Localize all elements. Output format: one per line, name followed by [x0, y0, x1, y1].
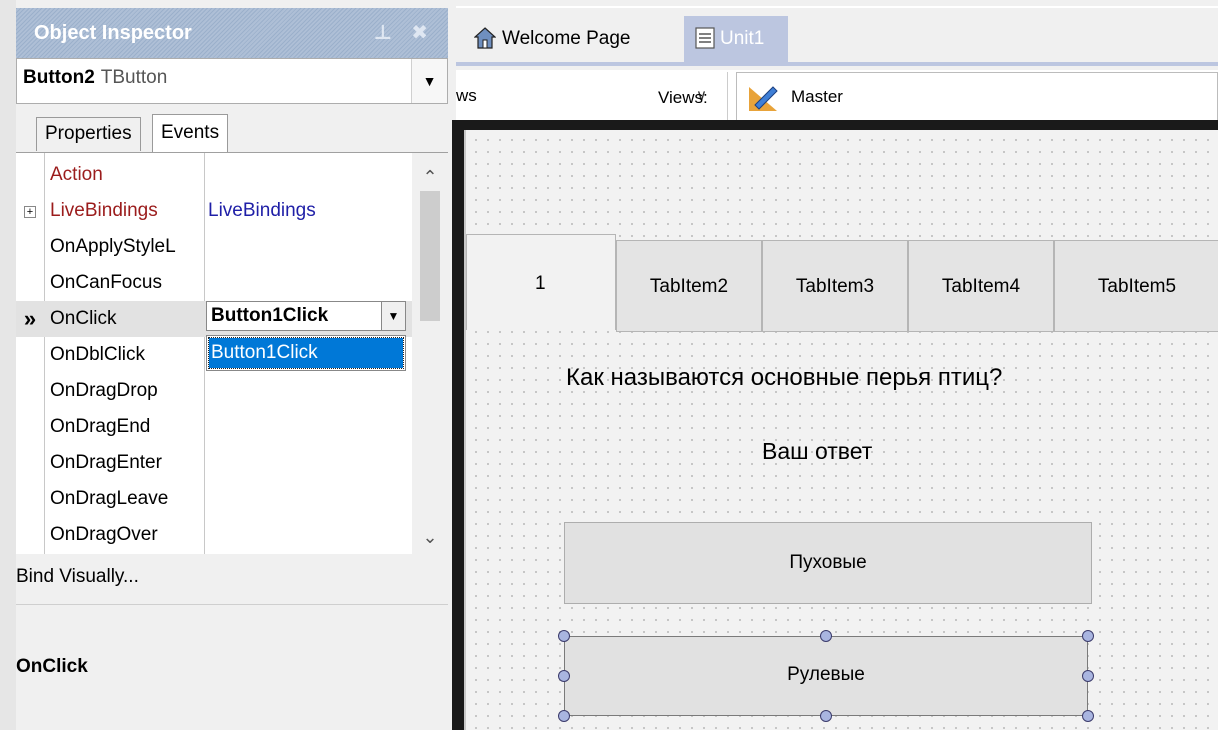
grid-scrollbar[interactable]: ⌃ ⌄ — [412, 153, 448, 554]
views-value: Master — [791, 87, 843, 106]
pin-icon[interactable]: ⊥ — [374, 8, 392, 58]
event-name: LiveBindings — [50, 200, 158, 221]
selection-handle[interactable] — [558, 630, 570, 642]
onclick-handler-combo[interactable]: Button1Click ▼ — [206, 301, 406, 331]
scrollbar-thumb[interactable] — [420, 191, 440, 321]
component-selector[interactable]: Button2 TButton ▼ — [16, 58, 448, 104]
editor-top-border — [456, 6, 1218, 8]
event-name: OnDblClick — [50, 344, 146, 365]
event-name: Action — [50, 164, 103, 185]
event-name: OnDragEnd — [50, 416, 151, 437]
selection-handle[interactable] — [1082, 670, 1094, 682]
tab-properties[interactable]: Properties — [36, 117, 141, 151]
tab-label: Unit1 — [720, 28, 765, 49]
editor-area: Welcome Page Unit1 ws ∨ Views: Master 1 … — [448, 0, 1218, 730]
event-row-ondragleave[interactable]: OnDragLeave — [16, 481, 412, 517]
event-row-onapplystyle[interactable]: OnApplyStyleL — [16, 229, 412, 265]
panel-title: Object Inspector — [34, 22, 192, 44]
selection-handle[interactable] — [1082, 710, 1094, 722]
chevron-down-icon[interactable]: ▼ — [381, 302, 405, 330]
tab-welcome-page[interactable]: Welcome Page — [464, 16, 680, 62]
object-inspector-panel: Object Inspector ⊥ ✖ Button2 TButton ▼ Pr… — [0, 0, 448, 730]
answer-button-tail-feathers[interactable]: Рулевые — [564, 636, 1088, 716]
close-icon[interactable]: ✖ — [411, 8, 428, 58]
description-divider — [16, 604, 448, 605]
event-name: OnApplyStyleL — [50, 236, 176, 257]
events-grid: Action + LiveBindings LiveBindings OnApp… — [16, 152, 448, 554]
tab-events[interactable]: Events — [152, 114, 229, 152]
panel-dock-strip — [0, 0, 16, 730]
event-row-livebindings[interactable]: + LiveBindings LiveBindings — [16, 193, 412, 229]
chevron-down-icon[interactable]: ▼ — [411, 59, 447, 103]
event-row-action[interactable]: Action — [16, 157, 412, 193]
event-name: OnDragLeave — [50, 488, 169, 509]
event-name: OnDragDrop — [50, 380, 158, 401]
handler-dropdown-list: Button1Click — [206, 335, 406, 371]
form-tab-tabitem2[interactable]: TabItem2 — [616, 240, 762, 332]
event-row-ondragdrop[interactable]: OnDragDrop — [16, 373, 412, 409]
designer-toolbar: ws ∨ Views: Master — [456, 70, 1218, 126]
tab-control: 1 TabItem2 TabItem3 TabItem4 TabItem5 — [466, 234, 1218, 332]
event-name: OnClick — [50, 308, 117, 329]
event-value: LiveBindings — [208, 200, 316, 221]
event-row-ondragover[interactable]: OnDragOver — [16, 517, 412, 553]
inspector-tabs: Properties Events — [16, 112, 448, 152]
chevron-up-icon[interactable]: ⌃ — [412, 159, 448, 195]
event-row-ondragend[interactable]: OnDragEnd — [16, 409, 412, 445]
handler-value: Button1Click — [211, 305, 329, 326]
selection-handle[interactable] — [820, 630, 832, 642]
event-row-oncanfocus[interactable]: OnCanFocus — [16, 265, 412, 301]
unit-file-icon — [695, 27, 715, 49]
tab-unit1[interactable]: Unit1 — [684, 16, 788, 62]
selection-handle[interactable] — [558, 670, 570, 682]
selection-handle[interactable] — [558, 710, 570, 722]
expand-icon[interactable]: + — [16, 193, 44, 229]
event-name: OnCanFocus — [50, 272, 162, 293]
selection-handle[interactable] — [1082, 630, 1094, 642]
selection-handle[interactable] — [820, 710, 832, 722]
form-tab-tabitem5[interactable]: TabItem5 — [1054, 240, 1218, 332]
bind-visually-link[interactable]: Bind Visually... — [16, 566, 139, 588]
views-combo[interactable]: Master — [736, 72, 1218, 122]
current-row-marker-icon: » — [23, 306, 37, 331]
component-name: Button2 — [23, 67, 95, 88]
style-combo-value: ws — [456, 86, 477, 105]
object-inspector-title-bar[interactable]: Object Inspector ⊥ ✖ — [16, 8, 448, 58]
home-icon — [474, 27, 496, 49]
form-tab-tabitem4[interactable]: TabItem4 — [908, 240, 1054, 332]
tab-label: Welcome Page — [502, 28, 631, 49]
chevron-down-icon[interactable]: ⌄ — [412, 519, 448, 554]
question-label[interactable]: Как называются основные перья птиц? — [566, 364, 1002, 392]
tab-strip-underline — [456, 62, 1218, 66]
event-name: OnDragEnter — [50, 452, 162, 473]
component-type: TButton — [100, 67, 168, 88]
description-title: OnClick — [16, 656, 88, 677]
event-row-ondragenter[interactable]: OnDragEnter — [16, 445, 412, 481]
form-tab-1[interactable]: 1 — [466, 234, 616, 330]
event-name: OnDragOver — [50, 524, 158, 545]
master-view-icon — [749, 86, 778, 111]
dropdown-option[interactable]: Button1Click — [208, 337, 404, 369]
form-designer-frame: 1 TabItem2 TabItem3 TabItem4 TabItem5 Ка… — [452, 120, 1218, 730]
form-tab-tabitem3[interactable]: TabItem3 — [762, 240, 908, 332]
views-label: Views: — [658, 88, 708, 107]
answer-label[interactable]: Ваш ответ — [762, 438, 872, 465]
answer-button-down-feathers[interactable]: Пуховые — [564, 522, 1092, 604]
form-designer-surface[interactable]: 1 TabItem2 TabItem3 TabItem4 TabItem5 Ка… — [464, 130, 1218, 730]
